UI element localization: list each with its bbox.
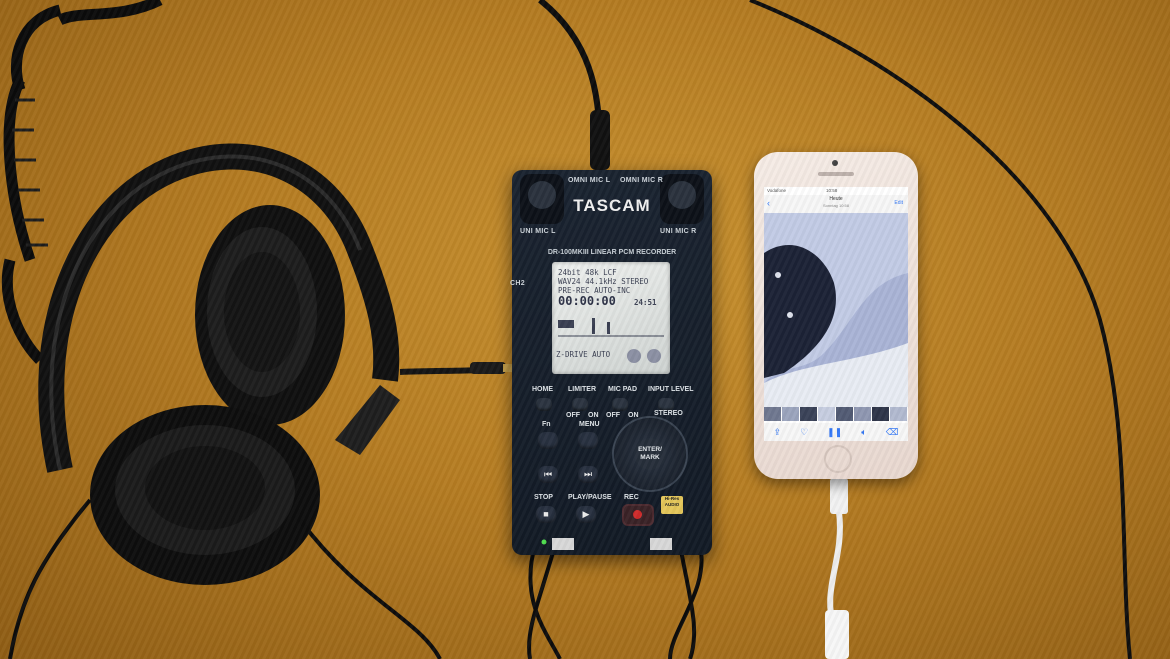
photo-preview[interactable] bbox=[764, 213, 908, 407]
omni-mic-right-label: OMNI MIC R bbox=[620, 177, 664, 184]
menu-button[interactable] bbox=[578, 432, 598, 449]
carrier-label: Vodafone bbox=[767, 188, 787, 193]
lightning-cable bbox=[827, 511, 843, 632]
lcd-display: 24bit 48k LCF WAV24 44.1kHz STEREO PRE-R… bbox=[552, 262, 670, 374]
limiter-label: LIMITER bbox=[568, 386, 596, 393]
record-button[interactable] bbox=[622, 504, 654, 526]
brand-logo: TASCAM bbox=[573, 196, 651, 215]
jack-adapter bbox=[825, 610, 849, 659]
lcd-bottom-line: Z-DRIVE AUTO bbox=[556, 350, 611, 359]
mark-label: MARK bbox=[640, 454, 660, 461]
top-cable bbox=[538, 0, 603, 151]
limiter-on-label: ON bbox=[588, 412, 599, 419]
top-plug bbox=[590, 110, 610, 170]
omni-mic-left-label: OMNI MIC L bbox=[568, 177, 611, 184]
play-pause-button[interactable]: ▶ bbox=[576, 506, 596, 523]
audio-recorder: OMNI MIC L OMNI MIC R TASCAM UNI MIC L U… bbox=[510, 170, 712, 555]
limiter-button[interactable] bbox=[572, 398, 588, 411]
record-dot-icon bbox=[633, 510, 642, 519]
right-cable bbox=[749, 0, 1132, 659]
back-chevron-icon[interactable]: ‹ bbox=[767, 198, 770, 208]
enter-label: ENTER/ bbox=[638, 446, 662, 453]
home-button[interactable] bbox=[824, 445, 852, 473]
lcd-remaining: 24:51 bbox=[634, 298, 657, 307]
fast-forward-button[interactable]: ⏭ bbox=[578, 466, 598, 483]
limiter-off-label: OFF bbox=[566, 412, 580, 419]
cables-layer bbox=[1, 0, 1132, 659]
mic-pad-button[interactable] bbox=[612, 398, 628, 411]
mic-pad-label: MIC PAD bbox=[608, 386, 638, 393]
photos-nav-bar: ‹ Heute Sonntag 10:58 Edit bbox=[764, 195, 908, 214]
home-button[interactable] bbox=[536, 398, 552, 411]
bottom-cable-4 bbox=[668, 544, 704, 659]
thumbnail-strip[interactable] bbox=[764, 407, 908, 421]
play-icon[interactable]: ❚❚ bbox=[827, 427, 842, 438]
heart-icon[interactable]: ♡ bbox=[800, 427, 808, 438]
earcup-lower bbox=[90, 405, 320, 585]
input-level-button[interactable] bbox=[658, 398, 674, 411]
photo-toolbar: ⇪ ♡ ❚❚ 🔈︎ ⌫ bbox=[764, 423, 908, 441]
bottom-connectors bbox=[541, 538, 672, 550]
rewind-button[interactable]: ⏮ bbox=[538, 466, 558, 483]
smartphone: Vodafone 10:58 ‹ Heute Sonntag 10:58 Edi… bbox=[754, 152, 918, 479]
trash-icon[interactable]: ⌫ bbox=[886, 427, 899, 438]
bottom-cable-3 bbox=[678, 544, 697, 659]
headphone-cable bbox=[399, 365, 511, 375]
volume-icon[interactable]: 🔈︎ bbox=[861, 427, 866, 438]
status-bar: Vodafone 10:58 bbox=[764, 187, 908, 195]
photo-scene: OMNI MIC L OMNI MIC R TASCAM UNI MIC L U… bbox=[0, 0, 1170, 659]
fn-label: Fn bbox=[542, 421, 551, 428]
clock-label: 10:58 bbox=[826, 188, 838, 193]
model-label: DR-100MKIII LINEAR PCM RECORDER bbox=[547, 249, 677, 256]
headphone-plug-tip bbox=[503, 364, 513, 372]
lcd-timecode: 00:00:00 bbox=[558, 294, 616, 308]
lcd-level-meter bbox=[558, 318, 664, 337]
home-label: HOME bbox=[532, 386, 553, 393]
cable-bottom-left bbox=[298, 518, 442, 659]
left-cable bbox=[8, 498, 92, 659]
stereo-label: STEREO bbox=[654, 410, 683, 417]
micpad-on-label: ON bbox=[628, 412, 639, 419]
front-camera bbox=[832, 160, 838, 166]
lcd-file-line: WAV24 44.1kHz STEREO bbox=[558, 277, 649, 286]
menu-label: MENU bbox=[579, 421, 600, 428]
yoke bbox=[335, 385, 400, 455]
stop-button[interactable]: ■ bbox=[536, 506, 556, 523]
uni-mic-left-label: UNI MIC L bbox=[520, 228, 556, 235]
phone-screen: Vodafone 10:58 ‹ Heute Sonntag 10:58 Edi… bbox=[764, 187, 908, 441]
lcd-format-line: 24bit 48k LCF bbox=[558, 268, 617, 277]
input-level-label: INPUT LEVEL bbox=[648, 386, 694, 393]
hires-badge: Hi-Res AUDIO bbox=[661, 496, 683, 514]
headband bbox=[38, 143, 400, 473]
headphone-plug bbox=[470, 362, 506, 374]
nav-title: Heute bbox=[829, 196, 843, 202]
edit-button[interactable]: Edit bbox=[894, 200, 903, 206]
share-icon[interactable]: ⇪ bbox=[774, 427, 782, 438]
play-pause-label: PLAY/PAUSE bbox=[568, 494, 612, 501]
uni-mic-right-label: UNI MIC R bbox=[660, 228, 697, 235]
rec-label: REC bbox=[624, 494, 639, 501]
channel-label: CH2 bbox=[510, 280, 525, 287]
earpiece-speaker bbox=[818, 172, 854, 176]
enter-mark-button[interactable]: ENTER/ MARK bbox=[634, 438, 666, 470]
lcd-mode-line: PRE-REC AUTO-INC bbox=[558, 286, 631, 295]
bottom-cable-2 bbox=[527, 544, 557, 659]
micpad-off-label: OFF bbox=[606, 412, 620, 419]
bottom-cable-1 bbox=[528, 544, 562, 659]
mic-capsules bbox=[520, 174, 704, 224]
fn-button[interactable] bbox=[538, 432, 558, 449]
lightning-plug bbox=[830, 478, 848, 514]
navigation-dial[interactable]: ENTER/ MARK bbox=[614, 418, 686, 490]
stop-label: STOP bbox=[534, 494, 553, 501]
earcup-upper bbox=[195, 205, 345, 425]
coiled-cord bbox=[1, 0, 163, 364]
nav-subtitle: Sonntag 10:58 bbox=[822, 203, 850, 208]
lcd-mic-indicators bbox=[627, 349, 661, 363]
